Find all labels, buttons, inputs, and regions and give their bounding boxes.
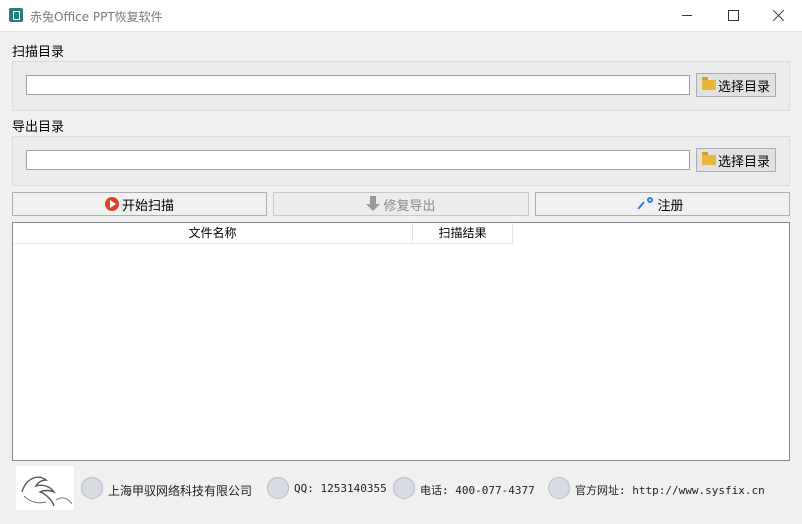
phone-icon — [393, 477, 415, 499]
export-dir-pick-button[interactable]: 选择目录 — [696, 148, 776, 172]
scan-dir-input[interactable] — [26, 75, 690, 95]
start-scan-button[interactable]: 开始扫描 — [12, 192, 267, 216]
maximize-button[interactable] — [710, 0, 756, 31]
minimize-button[interactable] — [664, 0, 710, 31]
repair-export-button[interactable]: 修复导出 — [273, 192, 529, 216]
column-header-filename[interactable]: 文件名称 — [13, 223, 413, 244]
folder-icon — [701, 152, 716, 165]
scan-dir-label: 扫描目录 — [12, 45, 65, 60]
title-bar[interactable]: 赤兔Office PPT恢复软件 — [0, 0, 802, 32]
register-button[interactable]: 注册 — [535, 192, 790, 216]
app-icon — [9, 8, 23, 22]
window-title: 赤兔Office PPT恢复软件 — [30, 10, 163, 24]
results-table[interactable]: 文件名称 扫描结果 — [12, 222, 790, 461]
folder-icon — [701, 77, 716, 90]
register-label: 注册 — [657, 198, 684, 214]
start-scan-label: 开始扫描 — [121, 198, 174, 214]
scan-dir-pick-label: 选择目录 — [717, 79, 770, 95]
close-button[interactable] — [756, 0, 802, 31]
repair-export-label: 修复导出 — [383, 198, 436, 214]
close-icon — [772, 9, 786, 23]
export-dir-pick-label: 选择目录 — [717, 154, 770, 170]
building-icon — [81, 477, 103, 499]
export-dir-label: 导出目录 — [12, 120, 65, 135]
export-dir-input[interactable] — [26, 150, 690, 170]
company-name: 上海甲驭网络科技有限公司 — [108, 484, 253, 498]
company-logo — [16, 466, 74, 510]
footer: 上海甲驭网络科技有限公司 QQ: 1253140355 电话: 400-077-… — [12, 465, 790, 511]
maximize-icon — [728, 10, 739, 21]
phone-number: 电话: 400-077-4377 — [420, 484, 535, 497]
qq-number: QQ: 1253140355 — [294, 482, 387, 495]
download-icon — [366, 196, 381, 212]
play-icon — [104, 197, 119, 211]
minimize-icon — [682, 15, 692, 16]
scan-dir-pick-button[interactable]: 选择目录 — [696, 73, 776, 97]
key-icon — [641, 197, 655, 211]
qq-icon — [267, 477, 289, 499]
globe-icon — [548, 477, 570, 499]
column-header-result[interactable]: 扫描结果 — [413, 223, 513, 244]
website-link[interactable]: 官方网址: http://www.sysfix.cn — [575, 482, 765, 498]
